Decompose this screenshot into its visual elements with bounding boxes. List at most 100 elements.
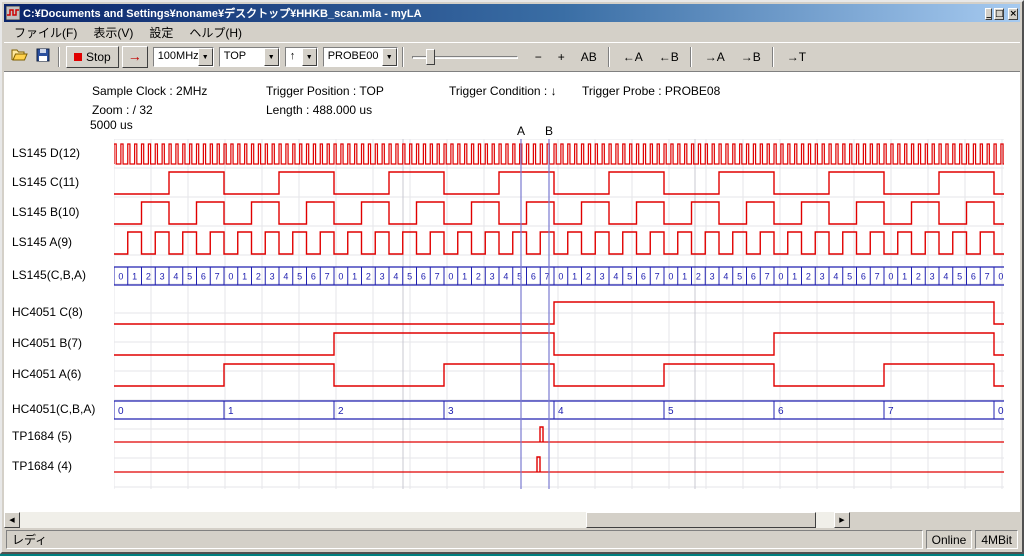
toolbar-separator [402, 47, 404, 67]
probe-select[interactable]: PROBE00 ▼ [323, 47, 398, 67]
channel-label: TP1684 (5) [12, 429, 72, 443]
svg-text:2: 2 [586, 272, 591, 282]
svg-text:7: 7 [215, 272, 220, 282]
channel-label: HC4051 A(6) [12, 367, 81, 381]
chevron-down-icon[interactable]: ▼ [382, 48, 397, 66]
titlebar: C:¥Documents and Settings¥noname¥デスクトップ¥… [4, 4, 1020, 22]
chevron-down-icon[interactable]: ▼ [302, 48, 317, 66]
svg-text:4: 4 [943, 272, 948, 282]
svg-text:0: 0 [998, 272, 1003, 282]
svg-text:6: 6 [531, 272, 536, 282]
svg-text:5: 5 [957, 272, 962, 282]
svg-text:2: 2 [146, 272, 151, 282]
goto-b-back-button[interactable]: ←B [652, 46, 686, 68]
trigger-edge-select[interactable]: ↑ ▼ [285, 47, 318, 67]
svg-text:0: 0 [778, 272, 783, 282]
channel-label: LS145 B(10) [12, 205, 79, 219]
svg-text:2: 2 [338, 406, 344, 417]
app-icon [6, 6, 20, 20]
slider-thumb[interactable] [426, 49, 435, 65]
length-info: Length : 488.000 us [266, 103, 372, 117]
waveform-panel: Sample Clock : 2MHz Trigger Position : T… [4, 71, 1020, 512]
svg-text:4: 4 [503, 272, 508, 282]
window-controls: _□× [983, 7, 1018, 20]
scrollbar-thumb[interactable] [586, 512, 816, 528]
svg-text:5: 5 [407, 272, 412, 282]
goto-a-forward-button[interactable]: →A [698, 46, 732, 68]
svg-text:6: 6 [201, 272, 206, 282]
sample-clock-select[interactable]: 100MHz ▼ [153, 47, 214, 67]
svg-text:5: 5 [297, 272, 302, 282]
svg-text:5: 5 [187, 272, 192, 282]
chevron-down-icon[interactable]: ▼ [264, 48, 279, 66]
svg-text:1: 1 [228, 406, 234, 417]
marker-label-B[interactable]: B [545, 124, 553, 138]
trigger-probe-info: Trigger Probe : PROBE08 [582, 84, 720, 98]
menu-settings[interactable]: 設定 [141, 22, 181, 43]
svg-text:5: 5 [668, 406, 674, 417]
position-slider[interactable] [412, 47, 518, 67]
svg-text:5: 5 [737, 272, 742, 282]
open-button[interactable] [8, 46, 31, 68]
trigger-edge-value: ↑ [286, 48, 302, 66]
save-button[interactable] [31, 46, 54, 68]
svg-text:0: 0 [558, 272, 563, 282]
svg-text:4: 4 [613, 272, 618, 282]
channel-label: HC4051 B(7) [12, 336, 82, 350]
svg-text:6: 6 [778, 406, 784, 417]
svg-text:6: 6 [421, 272, 426, 282]
menu-help[interactable]: ヘルプ(H) [181, 22, 250, 43]
goto-b-forward-button[interactable]: →B [734, 46, 768, 68]
svg-text:2: 2 [366, 272, 371, 282]
app-window: C:¥Documents and Settings¥noname¥デスクトップ¥… [0, 0, 1024, 554]
svg-text:0: 0 [998, 406, 1004, 417]
window-title: C:¥Documents and Settings¥noname¥デスクトップ¥… [23, 5, 983, 21]
channel-label: LS145(C,B,A) [12, 268, 86, 282]
chevron-down-icon[interactable]: ▼ [198, 48, 213, 66]
marker-label-A[interactable]: A [517, 124, 525, 138]
ab-button[interactable]: AB [574, 46, 604, 68]
svg-text:1: 1 [242, 272, 247, 282]
status-online: Online [926, 530, 973, 549]
scrollbar-row: ◀ ▶ [4, 512, 1020, 528]
zoom-out-button[interactable]: − [528, 46, 549, 68]
svg-text:3: 3 [490, 272, 495, 282]
horizontal-scrollbar[interactable]: ◀ ▶ [4, 512, 850, 528]
svg-text:3: 3 [820, 272, 825, 282]
svg-text:7: 7 [875, 272, 880, 282]
menu-view[interactable]: 表示(V) [85, 22, 141, 43]
toolbar-separator [690, 47, 692, 67]
stop-button[interactable]: Stop [66, 46, 119, 68]
svg-text:7: 7 [765, 272, 770, 282]
svg-text:7: 7 [325, 272, 330, 282]
folder-open-icon [11, 48, 28, 67]
svg-text:3: 3 [600, 272, 605, 282]
svg-text:0: 0 [668, 272, 673, 282]
channel-label: HC4051(C,B,A) [12, 402, 95, 416]
zoom-in-button[interactable]: + [551, 46, 572, 68]
svg-text:3: 3 [160, 272, 165, 282]
scroll-left-icon[interactable]: ◀ [4, 512, 20, 528]
toolbar-separator [608, 47, 610, 67]
channel-label: LS145 D(12) [12, 146, 80, 160]
svg-text:6: 6 [971, 272, 976, 282]
close-button[interactable]: × [1008, 8, 1018, 20]
maximize-button[interactable]: □ [994, 8, 1005, 20]
goto-trigger-button[interactable]: →T [780, 46, 813, 68]
trigger-position-value: TOP [220, 48, 264, 66]
trigger-condition-info: Trigger Condition : ↓ [449, 84, 557, 98]
svg-text:0: 0 [888, 272, 893, 282]
goto-a-back-button[interactable]: ←A [616, 46, 650, 68]
svg-text:1: 1 [572, 272, 577, 282]
menubar: ファイル(F) 表示(V) 設定 ヘルプ(H) [4, 22, 1020, 42]
run-button[interactable]: → [122, 46, 148, 68]
waveform-display[interactable]: 0123456701234567012345670123456701234567… [114, 139, 1004, 489]
minimize-button[interactable]: _ [985, 8, 992, 20]
scroll-right-icon[interactable]: ▶ [834, 512, 850, 528]
svg-text:1: 1 [462, 272, 467, 282]
svg-text:6: 6 [861, 272, 866, 282]
channel-label: LS145 A(9) [12, 235, 72, 249]
trigger-position-select[interactable]: TOP ▼ [219, 47, 280, 67]
svg-text:5: 5 [847, 272, 852, 282]
menu-file[interactable]: ファイル(F) [6, 22, 85, 43]
